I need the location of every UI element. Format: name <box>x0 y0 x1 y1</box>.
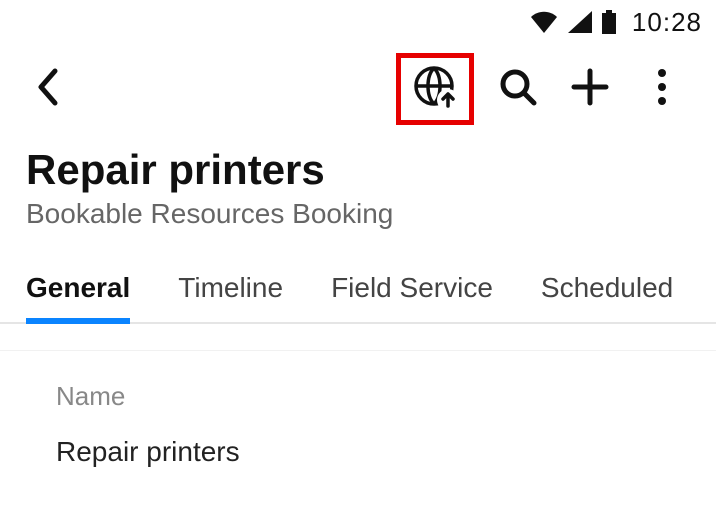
battery-icon <box>602 10 616 34</box>
field-name-value[interactable]: Repair printers <box>56 436 690 468</box>
title-block: Repair printers Bookable Resources Booki… <box>0 134 716 250</box>
app-bar <box>0 44 716 134</box>
tab-field-service[interactable]: Field Service <box>331 272 493 322</box>
field-name-label: Name <box>56 381 690 412</box>
status-time: 10:28 <box>632 7 702 38</box>
status-bar: 10:28 <box>0 0 716 44</box>
wifi-icon <box>530 11 558 33</box>
more-button[interactable] <box>626 53 698 125</box>
more-icon <box>656 67 668 112</box>
tab-general[interactable]: General <box>26 272 130 322</box>
globe-upload-icon <box>412 64 458 115</box>
back-icon <box>35 67 61 112</box>
search-icon <box>498 67 538 112</box>
search-button[interactable] <box>482 53 554 125</box>
tab-bar: General Timeline Field Service Scheduled <box>0 250 716 324</box>
form-area: Name Repair printers <box>0 350 716 468</box>
cell-signal-icon <box>568 11 592 33</box>
tab-timeline[interactable]: Timeline <box>178 272 283 322</box>
globe-upload-button[interactable] <box>412 64 458 115</box>
tab-scheduled[interactable]: Scheduled <box>541 272 673 322</box>
page-title: Repair printers <box>26 146 690 194</box>
back-button[interactable] <box>12 53 84 125</box>
add-button[interactable] <box>554 53 626 125</box>
page-subtitle: Bookable Resources Booking <box>26 198 690 230</box>
add-icon <box>570 67 610 112</box>
highlighted-action <box>396 53 474 125</box>
